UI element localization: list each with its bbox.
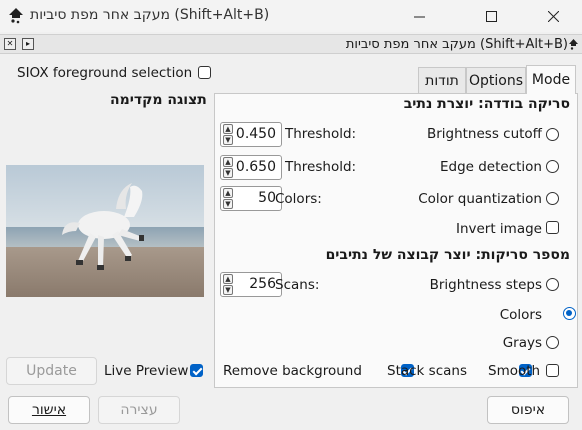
tab-mode[interactable]: Mode bbox=[526, 65, 576, 94]
spin-down-icon[interactable]: ▼ bbox=[223, 168, 233, 178]
quant-colors-label: Colors: bbox=[275, 191, 322, 207]
dock-close-button[interactable]: ✕ bbox=[4, 38, 16, 50]
stop-button[interactable]: עצירה bbox=[98, 396, 180, 424]
dock-header: ✕ ▸ מעקב אחר מפת סיביות (Shift+Alt+B) bbox=[0, 34, 582, 54]
spin-up-icon[interactable]: ▲ bbox=[223, 188, 233, 198]
color-quantization-radio[interactable] bbox=[546, 192, 559, 205]
scans-value: 256 bbox=[249, 276, 276, 292]
siox-checkbox[interactable] bbox=[198, 66, 211, 79]
spin-up-icon[interactable]: ▲ bbox=[223, 274, 233, 284]
siox-label: SIOX foreground selection bbox=[17, 65, 193, 81]
maximize-button[interactable] bbox=[468, 0, 514, 32]
dock-float-button[interactable]: ▸ bbox=[22, 38, 34, 50]
spin-down-icon[interactable]: ▼ bbox=[223, 135, 233, 145]
edge-detection-radio[interactable] bbox=[546, 160, 559, 173]
spin-up-icon[interactable]: ▲ bbox=[223, 157, 233, 167]
minimize-button[interactable] bbox=[396, 0, 442, 32]
close-icon: ✕ bbox=[6, 39, 14, 48]
invert-image-checkbox[interactable] bbox=[546, 221, 559, 234]
brightness-threshold-label: Threshold: bbox=[285, 126, 357, 142]
invert-image-label: Invert image bbox=[455, 221, 542, 237]
scans-label: Scans: bbox=[275, 277, 320, 293]
multi-scan-title: מספר סריקות: יוצר קבוצה של נתיבים bbox=[325, 247, 570, 263]
quant-colors-value: 50 bbox=[258, 190, 276, 206]
grays-label: Grays bbox=[502, 335, 542, 351]
window-titlebar: מעקב אחר מפת סיביות (Shift+Alt+B) bbox=[0, 0, 582, 32]
stop-button-label: עצירה bbox=[120, 402, 158, 418]
window-title: מעקב אחר מפת סיביות (Shift+Alt+B) bbox=[30, 7, 270, 23]
tab-options-label: Options bbox=[468, 72, 524, 89]
play-icon: ▸ bbox=[25, 39, 30, 48]
edge-detection-label: Edge detection bbox=[439, 159, 542, 175]
app-icon bbox=[9, 8, 23, 24]
reset-button-label: איפוס bbox=[510, 402, 546, 418]
live-preview-checkbox[interactable] bbox=[190, 364, 203, 377]
tab-options[interactable]: Options bbox=[466, 67, 526, 93]
spin-down-icon[interactable]: ▼ bbox=[223, 199, 233, 209]
minimize-icon bbox=[413, 16, 425, 17]
remove-background-label: Remove background bbox=[223, 363, 362, 379]
brightness-threshold-value: 0.450 bbox=[235, 126, 276, 142]
preview-title: תצוגה מקדימה bbox=[110, 92, 207, 108]
colors-label: Colors bbox=[499, 307, 542, 323]
update-button-label: Update bbox=[26, 363, 77, 379]
close-icon bbox=[547, 10, 559, 22]
single-scan-title: סריקה בודדה: יוצרת נתיב bbox=[403, 96, 570, 112]
update-button[interactable]: Update bbox=[6, 357, 97, 385]
dock-title: מעקב אחר מפת סיביות (Shift+Alt+B) bbox=[345, 37, 568, 52]
smooth-checkbox[interactable] bbox=[546, 364, 559, 377]
dock-app-icon bbox=[569, 39, 578, 50]
scans-spin[interactable]: ▲ ▼ 256 bbox=[220, 272, 282, 297]
close-button[interactable] bbox=[530, 0, 576, 32]
tab-credits-label: תודות bbox=[425, 72, 459, 89]
color-quantization-label: Color quantization bbox=[418, 191, 542, 207]
brightness-steps-radio[interactable] bbox=[546, 278, 559, 291]
ok-button[interactable]: אישור bbox=[8, 396, 90, 424]
maximize-icon bbox=[485, 10, 497, 22]
stack-scans-label: Stack scans bbox=[387, 363, 467, 379]
grays-radio[interactable] bbox=[546, 336, 559, 349]
tab-mode-label: Mode bbox=[531, 72, 571, 88]
spin-up-icon[interactable]: ▲ bbox=[223, 124, 233, 134]
spin-down-icon[interactable]: ▼ bbox=[223, 285, 233, 295]
brightness-cutoff-label: Brightness cutoff bbox=[426, 126, 542, 142]
brightness-threshold-spin[interactable]: ▲ ▼ 0.450 bbox=[220, 122, 282, 147]
smooth-label: Smooth bbox=[488, 363, 541, 379]
live-preview-label: Live Preview bbox=[104, 363, 189, 379]
edge-threshold-label: Threshold: bbox=[285, 159, 357, 175]
edge-threshold-spin[interactable]: ▲ ▼ 0.650 bbox=[220, 155, 282, 180]
ok-button-label: אישור bbox=[31, 402, 67, 418]
brightness-steps-label: Brightness steps bbox=[429, 277, 542, 293]
reset-button[interactable]: איפוס bbox=[487, 396, 569, 424]
horse-preview-image bbox=[6, 165, 204, 297]
tab-credits[interactable]: תודות bbox=[418, 67, 466, 93]
preview-image bbox=[6, 165, 204, 297]
quant-colors-spin[interactable]: ▲ ▼ 50 bbox=[220, 186, 282, 211]
brightness-cutoff-radio[interactable] bbox=[546, 128, 559, 141]
edge-threshold-value: 0.650 bbox=[235, 159, 276, 175]
